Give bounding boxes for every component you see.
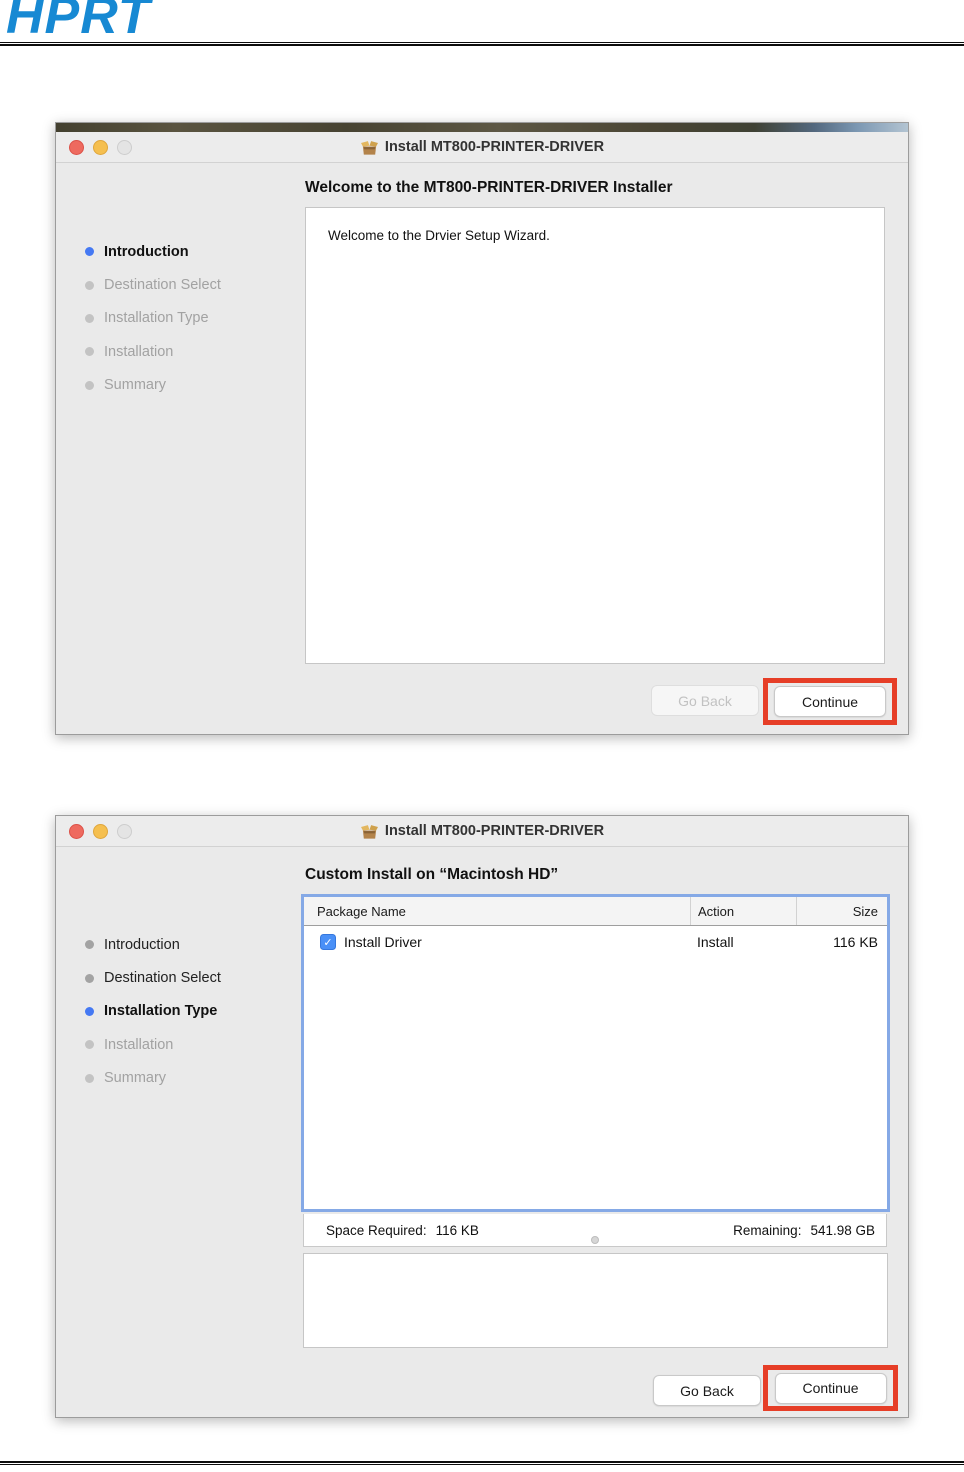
step-installation: Installation <box>85 1028 221 1061</box>
step-dot-icon <box>85 347 94 357</box>
column-header-package-name[interactable]: Package Name <box>304 897 690 925</box>
go-back-button: Go Back <box>651 685 759 716</box>
close-button[interactable] <box>69 823 84 839</box>
package-checkbox-checked[interactable]: ✓ <box>320 934 336 950</box>
remaining-value: 541.98 GB <box>810 1222 875 1238</box>
splitter-handle-icon[interactable] <box>591 1236 599 1244</box>
header-divider <box>0 42 964 46</box>
step-installation-type: Installation Type <box>85 995 221 1028</box>
package-name: Install Driver <box>344 934 422 950</box>
package-size: 116 KB <box>833 934 878 950</box>
zoom-button <box>117 823 132 839</box>
package-table: Package Name Action Size ✓ Install Drive… <box>301 894 890 1212</box>
step-destination-select: Destination Select <box>85 961 221 994</box>
step-dot-icon <box>85 1006 94 1016</box>
step-summary: Summary <box>85 1062 221 1095</box>
step-dot-icon <box>85 940 94 950</box>
window-title: Install MT800-PRINTER-DRIVER <box>384 139 605 155</box>
welcome-message-panel: Welcome to the Drvier Setup Wizard. <box>305 207 885 664</box>
step-dot-icon <box>85 380 94 390</box>
remaining-label: Remaining: <box>733 1222 802 1238</box>
installer-package-icon <box>360 824 378 839</box>
minimize-button[interactable] <box>93 823 108 839</box>
footer-divider <box>0 1461 964 1465</box>
step-dot-icon <box>85 313 94 323</box>
welcome-message: Welcome to the Drvier Setup Wizard. <box>328 228 550 243</box>
annotation-highlight-box: Continue <box>763 1365 898 1411</box>
step-dot-icon <box>85 247 94 257</box>
titlebar[interactable]: Install MT800-PRINTER-DRIVER <box>56 132 908 163</box>
go-back-button[interactable]: Go Back <box>653 1375 761 1406</box>
traffic-lights <box>69 823 132 839</box>
step-installation: Installation <box>85 335 221 368</box>
step-introduction: Introduction <box>85 235 221 268</box>
traffic-lights <box>69 139 132 155</box>
step-dot-icon <box>85 973 94 983</box>
table-header-row: Package Name Action Size <box>304 897 887 926</box>
pane-heading: Welcome to the MT800-PRINTER-DRIVER Inst… <box>305 179 673 196</box>
step-dot-icon <box>85 1040 94 1050</box>
step-dot-icon <box>85 1073 94 1083</box>
annotation-highlight-box: Continue <box>763 678 897 725</box>
table-row-install-driver[interactable]: ✓ Install Driver Install 116 KB <box>304 926 887 958</box>
close-button[interactable] <box>69 139 84 155</box>
zoom-button <box>117 139 132 155</box>
step-introduction: Introduction <box>85 928 221 961</box>
install-steps-sidebar: Introduction Destination Select Installa… <box>85 235 221 402</box>
continue-button[interactable]: Continue <box>774 1372 887 1404</box>
window-title: Install MT800-PRINTER-DRIVER <box>384 823 605 839</box>
space-required-value: 116 KB <box>435 1222 479 1238</box>
step-dot-icon <box>85 280 94 290</box>
install-steps-sidebar: Introduction Destination Select Installa… <box>85 928 221 1095</box>
minimize-button[interactable] <box>93 139 108 155</box>
titlebar[interactable]: Install MT800-PRINTER-DRIVER <box>56 816 908 847</box>
column-header-size[interactable]: Size <box>796 897 887 925</box>
desktop-wallpaper-sliver <box>56 123 908 132</box>
description-panel <box>303 1253 888 1348</box>
step-destination-select: Destination Select <box>85 268 221 301</box>
pane-heading: Custom Install on “Macintosh HD” <box>305 866 559 883</box>
installer-package-icon <box>360 140 378 155</box>
column-header-action[interactable]: Action <box>690 897 796 925</box>
hprt-logo: HPRT <box>6 0 151 45</box>
continue-button[interactable]: Continue <box>774 686 886 717</box>
manual-page: HPRT Install MT800-PRINTER-DRIVER Welcom… <box>0 0 964 1472</box>
installer-window-introduction: Install MT800-PRINTER-DRIVER Welcome to … <box>55 122 909 735</box>
space-required-label: Space Required: <box>326 1222 427 1238</box>
step-summary: Summary <box>85 369 221 402</box>
step-installation-type: Installation Type <box>85 302 221 335</box>
installer-window-installation-type: Install MT800-PRINTER-DRIVER Custom Inst… <box>55 815 909 1418</box>
package-action: Install <box>697 934 734 950</box>
